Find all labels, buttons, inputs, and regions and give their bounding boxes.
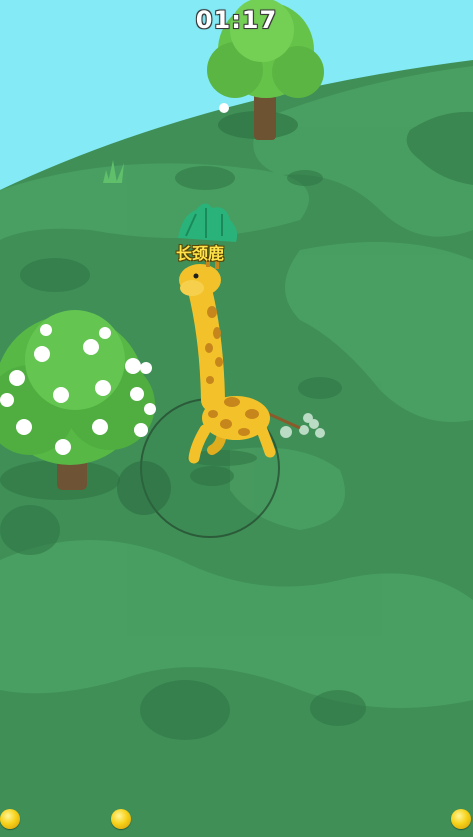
joystick-knob[interactable]	[117, 461, 171, 515]
coin-icon[interactable]	[111, 809, 131, 829]
player-name-label: 长颈鹿	[175, 244, 224, 263]
game-scene	[0, 0, 473, 837]
coin-icon[interactable]	[451, 809, 471, 829]
coin-icon[interactable]	[0, 809, 20, 829]
game-timer: 01:17	[195, 6, 278, 34]
